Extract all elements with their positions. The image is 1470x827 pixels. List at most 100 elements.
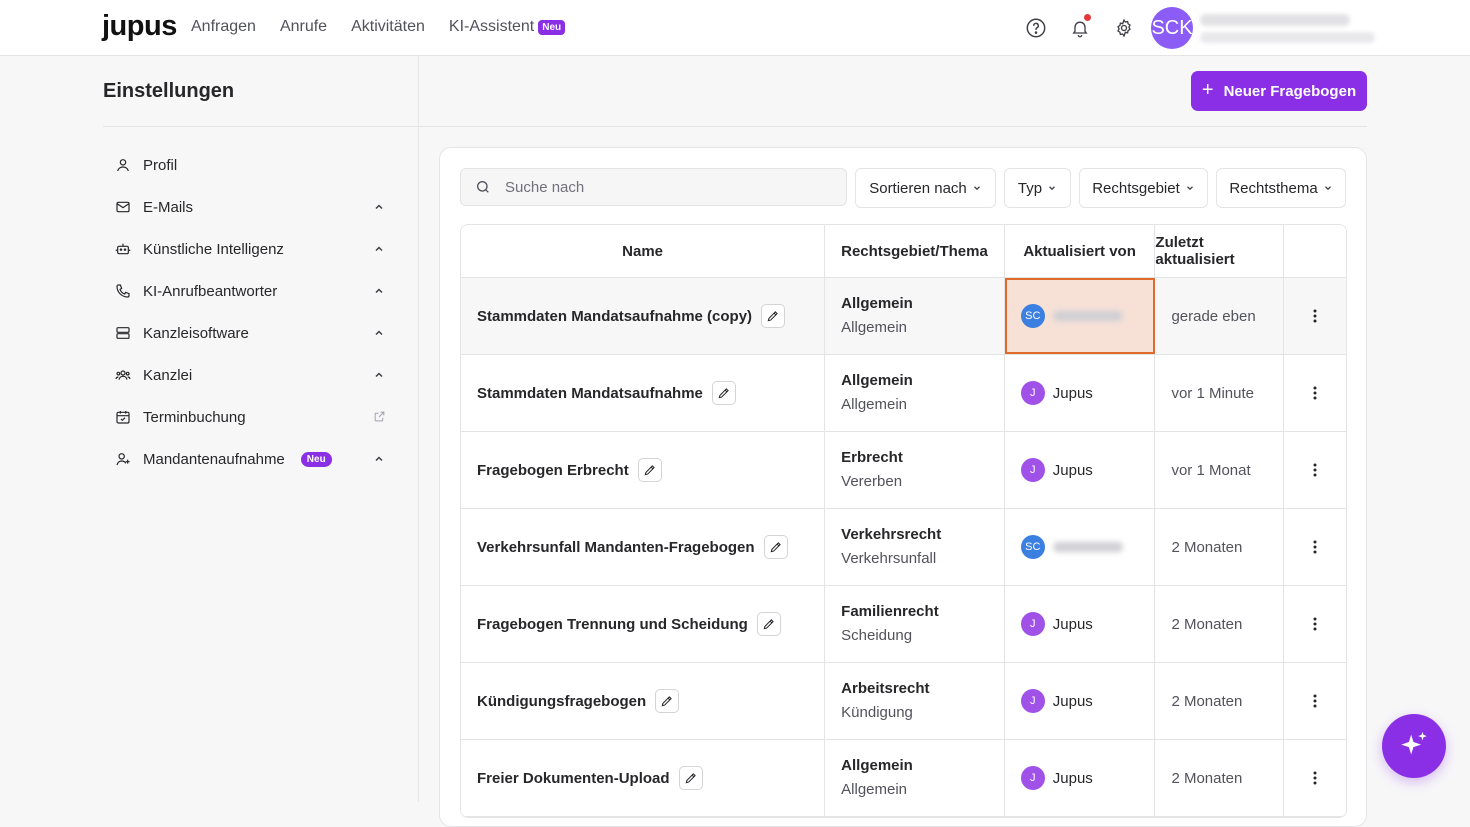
- chevron-up-icon[interactable]: [373, 200, 385, 216]
- chevron-down-icon: [973, 186, 980, 191]
- nav-anfragen[interactable]: Anfragen: [191, 18, 256, 36]
- row-name[interactable]: Fragebogen Erbrecht: [477, 462, 629, 479]
- column-header-updated-by[interactable]: Aktualisiert von: [1005, 225, 1156, 277]
- cell-updated-at: gerade eben: [1155, 278, 1285, 354]
- table-row[interactable]: Fragebogen Trennung und Scheidung Famili…: [461, 586, 1346, 663]
- more-vertical-icon[interactable]: [1284, 432, 1346, 508]
- cell-area: Arbeitsrecht Kündigung: [825, 663, 1005, 739]
- more-vertical-icon[interactable]: [1284, 278, 1346, 354]
- table-row[interactable]: Verkehrsunfall Mandanten-Fragebogen Verk…: [461, 509, 1346, 586]
- avatar: J: [1020, 766, 1045, 790]
- row-name[interactable]: Verkehrsunfall Mandanten-Fragebogen: [477, 539, 755, 556]
- row-updated-by: Jupus: [1052, 461, 1093, 479]
- settings-sidebar: Einstellungen Profil E-Mails Künstliche …: [0, 56, 419, 802]
- more-vertical-icon[interactable]: [1284, 509, 1346, 585]
- table-row[interactable]: Kündigungsfragebogen Arbeitsrecht Kündig…: [461, 663, 1346, 740]
- more-vertical-icon[interactable]: [1284, 355, 1346, 431]
- sidebar-item-mandantenaufnahme[interactable]: Mandantenaufnahme Neu: [103, 438, 393, 480]
- notification-dot: [1084, 14, 1091, 21]
- chevron-up-icon[interactable]: [373, 242, 385, 258]
- type-label: Typ: [1017, 179, 1043, 197]
- cell-updated-by: J Jupus: [1005, 740, 1156, 816]
- cell-updated-by: J Jupus: [1005, 663, 1156, 739]
- area-label: Rechtsgebiet: [1092, 179, 1180, 197]
- top-bar: jupus Anfragen Anrufe Aktivitäten KI-Ass…: [0, 0, 1470, 56]
- sidebar-item-label: Kanzlei: [143, 366, 193, 384]
- table-row[interactable]: Stammdaten Mandatsaufnahme (copy) Allgem…: [461, 278, 1346, 355]
- area-filter[interactable]: Rechtsgebiet: [1079, 168, 1208, 208]
- new-questionnaire-button[interactable]: + Neuer Fragebogen: [1191, 71, 1367, 111]
- sidebar-item-emails[interactable]: E-Mails: [103, 186, 393, 228]
- sidebar-item-label: Künstliche Intelligenz: [143, 240, 284, 258]
- gear-icon[interactable]: [1112, 14, 1136, 42]
- row-name[interactable]: Kündigungsfragebogen: [477, 693, 646, 710]
- sidebar-item-profil[interactable]: Profil: [103, 144, 393, 186]
- pencil-icon[interactable]: [655, 689, 680, 713]
- row-area: Allgemein: [841, 372, 913, 389]
- row-area: Arbeitsrecht: [841, 680, 930, 697]
- pencil-icon[interactable]: [678, 766, 703, 790]
- avatar: J: [1020, 381, 1045, 405]
- cell-updated-at: 2 Monaten: [1155, 663, 1285, 739]
- nav-aktivitaeten[interactable]: Aktivitäten: [351, 18, 425, 36]
- type-filter[interactable]: Typ: [1004, 168, 1071, 208]
- row-name[interactable]: Stammdaten Mandatsaufnahme: [477, 385, 703, 402]
- user-avatar[interactable]: SCK: [1151, 7, 1193, 49]
- nav-ki-assistent[interactable]: KI-Assistent Neu: [449, 18, 566, 36]
- sidebar-item-anrufbeantworter[interactable]: KI-Anrufbeantworter: [103, 270, 393, 312]
- sidebar-item-kanzleisoftware[interactable]: Kanzleisoftware: [103, 312, 393, 354]
- row-name[interactable]: Stammdaten Mandatsaufnahme (copy): [477, 308, 752, 325]
- pencil-icon[interactable]: [637, 458, 662, 482]
- jupus-logo[interactable]: jupus: [102, 10, 177, 43]
- external-link-icon[interactable]: [373, 410, 386, 426]
- row-area: Allgemein: [841, 295, 913, 312]
- column-header-updated-at[interactable]: Zuletzt aktualisiert: [1155, 225, 1285, 277]
- divider: [103, 126, 419, 127]
- column-header-name[interactable]: Name: [461, 225, 826, 277]
- new-questionnaire-label: Neuer Fragebogen: [1223, 82, 1357, 100]
- row-name[interactable]: Freier Dokumenten-Upload: [477, 770, 670, 787]
- table-row[interactable]: Stammdaten Mandatsaufnahme Allgemein All…: [461, 355, 1346, 432]
- calendar-icon: [103, 409, 143, 425]
- new-badge: Neu: [300, 451, 332, 467]
- more-vertical-icon[interactable]: [1284, 740, 1346, 816]
- sidebar-item-ki[interactable]: Künstliche Intelligenz: [103, 228, 393, 270]
- more-vertical-icon[interactable]: [1284, 663, 1346, 739]
- sidebar-item-terminbuchung[interactable]: Terminbuchung: [103, 396, 393, 438]
- pencil-icon[interactable]: [761, 304, 786, 328]
- phone-icon: [103, 283, 143, 299]
- topic-filter[interactable]: Rechtsthema: [1216, 168, 1346, 208]
- cell-name: Verkehrsunfall Mandanten-Fragebogen: [461, 509, 826, 585]
- table-row[interactable]: Fragebogen Erbrecht Erbrecht Vererben J …: [461, 432, 1346, 509]
- sidebar-item-label: E-Mails: [143, 198, 194, 216]
- row-topic: Allgemein: [841, 781, 908, 798]
- search-input[interactable]: [505, 178, 825, 196]
- main-nav: Anfragen Anrufe Aktivitäten KI-Assistent…: [191, 18, 589, 36]
- cell-area: Allgemein Allgemein: [825, 278, 1005, 354]
- help-icon[interactable]: [1024, 14, 1048, 42]
- bell-icon[interactable]: [1068, 14, 1092, 42]
- table-header: Name Rechtsgebiet/Thema Aktualisiert von…: [461, 225, 1346, 278]
- pencil-icon[interactable]: [763, 535, 788, 559]
- chevron-up-icon[interactable]: [373, 452, 385, 468]
- table-row[interactable]: Freier Dokumenten-Upload Allgemein Allge…: [461, 740, 1346, 817]
- chevron-up-icon[interactable]: [373, 368, 385, 384]
- row-topic: Verkehrsunfall: [841, 550, 937, 567]
- row-updated-by: Jupus: [1052, 692, 1093, 710]
- ai-assistant-sparkle-icon[interactable]: [1382, 714, 1446, 778]
- sidebar-item-kanzlei[interactable]: Kanzlei: [103, 354, 393, 396]
- sort-dropdown[interactable]: Sortieren nach: [855, 168, 996, 208]
- chevron-up-icon[interactable]: [373, 284, 385, 300]
- pencil-icon[interactable]: [756, 612, 781, 636]
- sidebar-item-label: KI-Anrufbeantworter: [143, 282, 278, 300]
- column-header-area[interactable]: Rechtsgebiet/Thema: [825, 225, 1005, 277]
- pencil-icon[interactable]: [711, 381, 736, 405]
- questionnaire-card: Sortieren nach Typ Rechtsgebiet Rechtsth…: [439, 147, 1367, 827]
- chevron-up-icon[interactable]: [373, 326, 385, 342]
- nav-anrufe[interactable]: Anrufe: [280, 18, 327, 36]
- more-vertical-icon[interactable]: [1284, 586, 1346, 662]
- avatar: SC: [1020, 304, 1045, 328]
- row-name[interactable]: Fragebogen Trennung und Scheidung: [477, 616, 748, 633]
- cell-name: Stammdaten Mandatsaufnahme (copy): [461, 278, 826, 354]
- mail-icon: [103, 199, 143, 215]
